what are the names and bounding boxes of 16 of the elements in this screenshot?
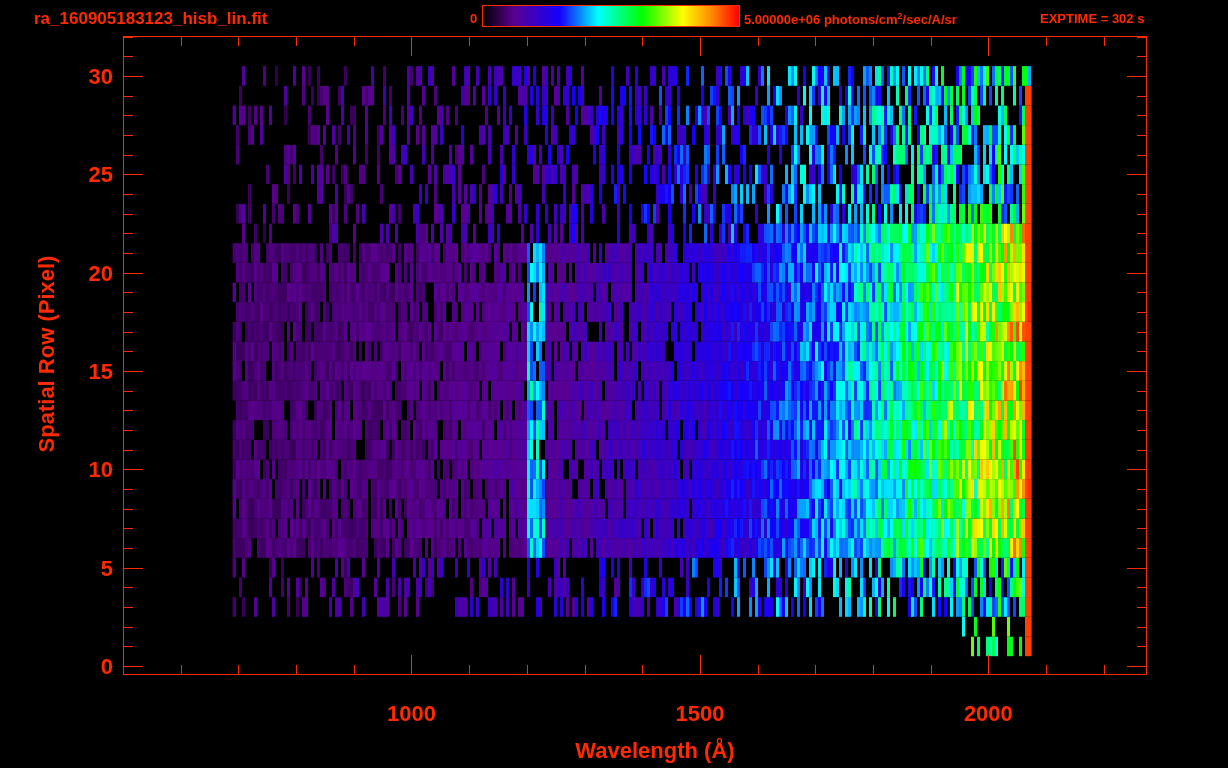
x-axis-title: Wavelength (Å) [575,738,735,763]
scale-min-label: 0 [470,11,479,26]
axis-tick-label: 10 [88,457,113,483]
axis-tick-label: 0 [100,653,113,679]
axis-tick-label: 30 [88,63,113,89]
axis-tick-label: 1000 [386,701,436,726]
scale-max-label: 5.00000e+06 photons/cm$^{2}$/sec/A/sr [744,11,958,28]
y-axis-title: Spatial Row (Pixel) [34,255,59,453]
axis-tick-label: 20 [88,260,113,286]
axis-tick-label: 25 [88,162,113,188]
axis-tick-label: 2000 [963,701,1013,726]
axis-tick-label: 1500 [675,701,725,726]
file-title: ra_160905183123_hisb_lin.fit [34,9,269,29]
axis-tick-label: 15 [88,358,113,384]
exposure-time: EXPTIME = 302 s [1040,11,1145,26]
axis-tick-label: 5 [100,555,113,581]
